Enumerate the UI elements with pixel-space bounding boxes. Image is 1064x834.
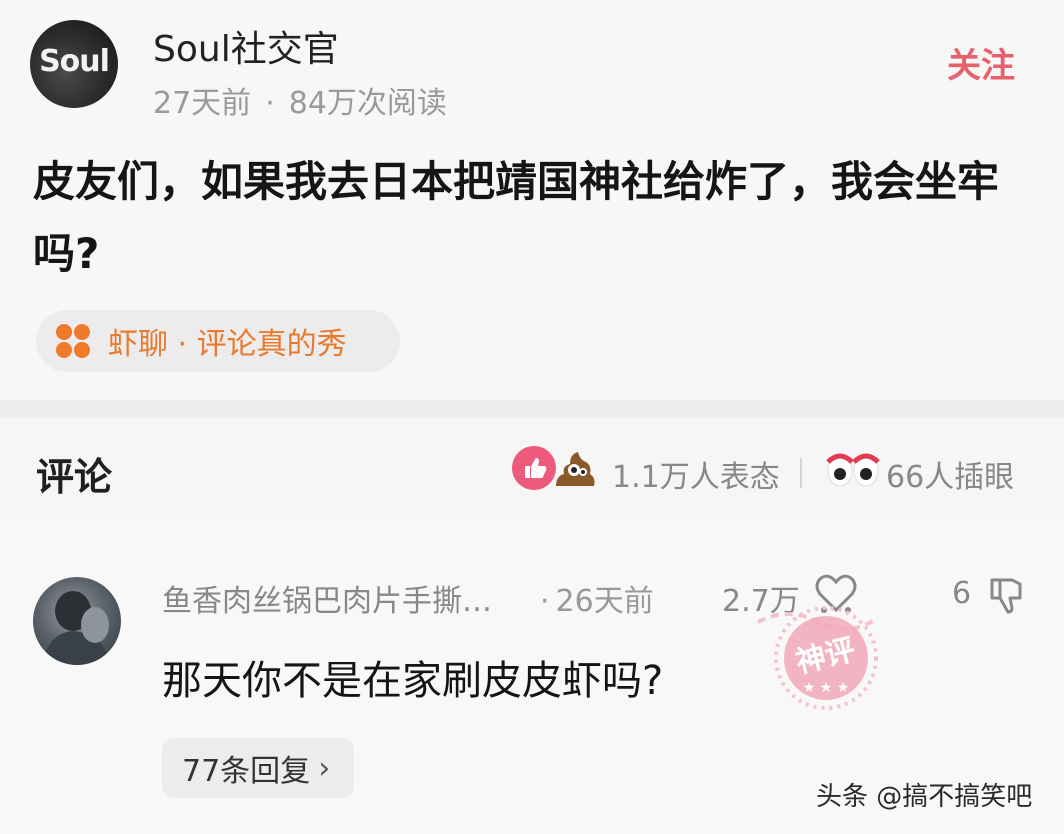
view-replies-button[interactable]: 77条回复 ›: [162, 738, 354, 798]
eyes-count: 66人插眼: [886, 460, 1015, 495]
follow-button[interactable]: 关注: [947, 38, 1015, 87]
comment-time: · 26天前: [540, 576, 654, 620]
read-count: 84万次阅读: [288, 86, 447, 121]
svg-text:★ ★ ★: ★ ★ ★: [803, 680, 850, 696]
commenter-name[interactable]: 鱼香肉丝锅巴肉片手撕…: [162, 576, 532, 620]
topic-chip[interactable]: 虾聊 · 评论真的秀: [36, 310, 400, 372]
divine-comment-stamp: 神评 ★ ★ ★: [748, 592, 898, 722]
section-divider: [0, 400, 1064, 418]
comments-header: 评论 1.1万人表态 66人插眼: [0, 418, 1064, 521]
meta-separator: ·: [265, 86, 275, 121]
post-meta: 27天前 · 84万次阅读: [153, 78, 447, 122]
author-avatar[interactable]: Soul: [30, 20, 118, 108]
header-separator: [800, 458, 802, 488]
topic-label: 虾聊 · 评论真的秀: [108, 327, 347, 362]
comment-time-value: 26天前: [555, 584, 654, 619]
soul-logo: Soul: [39, 44, 110, 79]
eyes-icon[interactable]: [826, 448, 880, 490]
post-card: Soul Soul社交官 27天前 · 84万次阅读 关注 皮友们，如果我去日本把靖…: [0, 0, 1064, 400]
watermark: 头条 @搞不搞笑吧: [816, 782, 1033, 812]
comment-item: 鱼香肉丝锅巴肉片手撕… · 26天前 2.7万 6 那天你不是在家刷皮皮虾吗? 神…: [0, 520, 1064, 834]
author-name[interactable]: Soul社交官: [153, 20, 339, 72]
post-title: 皮友们，如果我去日本把靖国神社给炸了，我会坐牢吗?: [33, 157, 1000, 278]
poop-icon: [552, 446, 598, 492]
comments-title: 评论: [36, 455, 113, 499]
clover-icon: [56, 324, 90, 358]
comment-text: 那天你不是在家刷皮皮虾吗?: [162, 658, 664, 704]
like-circle-icon: [512, 446, 556, 490]
replies-count: 77条回复: [182, 754, 311, 789]
thumbs-down-icon[interactable]: [986, 574, 1028, 616]
comment-dislike-count: 6: [952, 576, 972, 611]
chevron-right-icon: ›: [318, 750, 331, 786]
reaction-icons[interactable]: [512, 446, 604, 492]
app-page: Soul Soul社交官 27天前 · 84万次阅读 关注 皮友们，如果我去日本把靖…: [0, 0, 1064, 834]
reaction-count: 1.1万人表态: [612, 460, 780, 495]
commenter-avatar[interactable]: [33, 577, 121, 665]
time-dot: ·: [540, 584, 550, 619]
post-time: 27天前: [153, 86, 252, 121]
